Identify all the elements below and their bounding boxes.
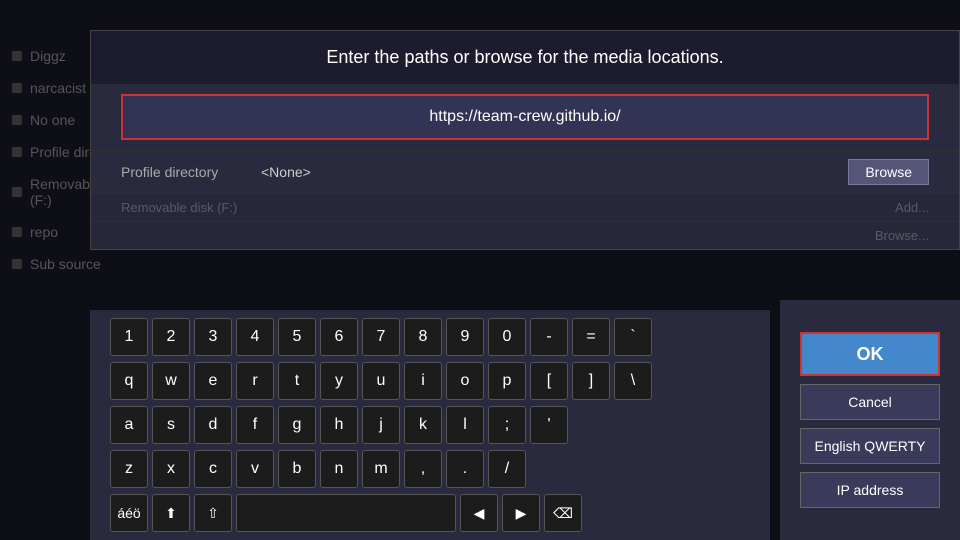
key-shift-icon[interactable]: ⬆ bbox=[152, 494, 190, 532]
keyboard-area: 1 2 3 4 5 6 7 8 9 0 - = ` q w e r t y u … bbox=[90, 310, 770, 540]
right-panel: OK Cancel English QWERTY IP address bbox=[780, 300, 960, 540]
faded-row-1: Removable disk (F:) Add... bbox=[91, 193, 959, 221]
key-lbracket[interactable]: [ bbox=[530, 362, 568, 400]
key-z[interactable]: z bbox=[110, 450, 148, 488]
keyboard-layout-button[interactable]: English QWERTY bbox=[800, 428, 940, 464]
key-2[interactable]: 2 bbox=[152, 318, 190, 356]
key-0[interactable]: 0 bbox=[488, 318, 526, 356]
key-period[interactable]: . bbox=[446, 450, 484, 488]
key-v[interactable]: v bbox=[236, 450, 274, 488]
key-r[interactable]: r bbox=[236, 362, 274, 400]
cancel-button[interactable]: Cancel bbox=[800, 384, 940, 420]
profile-label: Profile directory bbox=[121, 164, 241, 180]
key-g[interactable]: g bbox=[278, 406, 316, 444]
key-d[interactable]: d bbox=[194, 406, 232, 444]
key-t[interactable]: t bbox=[278, 362, 316, 400]
key-row-zxcv: z x c v b n m , . / bbox=[100, 450, 760, 488]
key-5[interactable]: 5 bbox=[278, 318, 316, 356]
toolbar-row: áéö ⬆ ⇧ ◀ ▶ ⌫ bbox=[100, 494, 760, 532]
dialog-instruction: Enter the paths or browse for the media … bbox=[91, 31, 959, 84]
key-8[interactable]: 8 bbox=[404, 318, 442, 356]
url-input[interactable] bbox=[127, 100, 923, 134]
key-n[interactable]: n bbox=[320, 450, 358, 488]
key-comma[interactable]: , bbox=[404, 450, 442, 488]
key-row-qwerty: q w e r t y u i o p [ ] \ bbox=[100, 362, 760, 400]
none-value: <None> bbox=[261, 164, 828, 180]
key-x[interactable]: x bbox=[152, 450, 190, 488]
key-f[interactable]: f bbox=[236, 406, 274, 444]
key-j[interactable]: j bbox=[362, 406, 400, 444]
main-dialog: Enter the paths or browse for the media … bbox=[90, 30, 960, 250]
key-4[interactable]: 4 bbox=[236, 318, 274, 356]
key-quote[interactable]: ' bbox=[530, 406, 568, 444]
key-special-chars[interactable]: áéö bbox=[110, 494, 148, 532]
ip-address-button[interactable]: IP address bbox=[800, 472, 940, 508]
key-right-arrow[interactable]: ▶ bbox=[502, 494, 540, 532]
key-6[interactable]: 6 bbox=[320, 318, 358, 356]
key-9[interactable]: 9 bbox=[446, 318, 484, 356]
key-a[interactable]: a bbox=[110, 406, 148, 444]
key-k[interactable]: k bbox=[404, 406, 442, 444]
key-7[interactable]: 7 bbox=[362, 318, 400, 356]
browse-row: Profile directory <None> Browse bbox=[91, 150, 959, 193]
ok-button[interactable]: OK bbox=[800, 332, 940, 376]
key-s[interactable]: s bbox=[152, 406, 190, 444]
key-backslash[interactable]: \ bbox=[614, 362, 652, 400]
key-minus[interactable]: - bbox=[530, 318, 568, 356]
key-u[interactable]: u bbox=[362, 362, 400, 400]
key-rbracket[interactable]: ] bbox=[572, 362, 610, 400]
key-o[interactable]: o bbox=[446, 362, 484, 400]
key-w[interactable]: w bbox=[152, 362, 190, 400]
key-row-asdf: a s d f g h j k l ; ' bbox=[100, 406, 760, 444]
key-3[interactable]: 3 bbox=[194, 318, 232, 356]
key-backtick[interactable]: ` bbox=[614, 318, 652, 356]
key-backspace[interactable]: ⌫ bbox=[544, 494, 582, 532]
key-row-numbers: 1 2 3 4 5 6 7 8 9 0 - = ` bbox=[100, 318, 760, 356]
key-c[interactable]: c bbox=[194, 450, 232, 488]
key-y[interactable]: y bbox=[320, 362, 358, 400]
key-equals[interactable]: = bbox=[572, 318, 610, 356]
faded-row-2: Browse... bbox=[91, 221, 959, 249]
key-b[interactable]: b bbox=[278, 450, 316, 488]
key-e[interactable]: e bbox=[194, 362, 232, 400]
key-p[interactable]: p bbox=[488, 362, 526, 400]
key-1[interactable]: 1 bbox=[110, 318, 148, 356]
key-m[interactable]: m bbox=[362, 450, 400, 488]
url-input-wrapper[interactable] bbox=[121, 94, 929, 140]
key-i[interactable]: i bbox=[404, 362, 442, 400]
key-caps-icon[interactable]: ⇧ bbox=[194, 494, 232, 532]
browse-button[interactable]: Browse bbox=[848, 159, 929, 185]
key-h[interactable]: h bbox=[320, 406, 358, 444]
key-l[interactable]: l bbox=[446, 406, 484, 444]
key-left-arrow[interactable]: ◀ bbox=[460, 494, 498, 532]
key-semicolon[interactable]: ; bbox=[488, 406, 526, 444]
key-slash[interactable]: / bbox=[488, 450, 526, 488]
key-space[interactable] bbox=[236, 494, 456, 532]
key-q[interactable]: q bbox=[110, 362, 148, 400]
